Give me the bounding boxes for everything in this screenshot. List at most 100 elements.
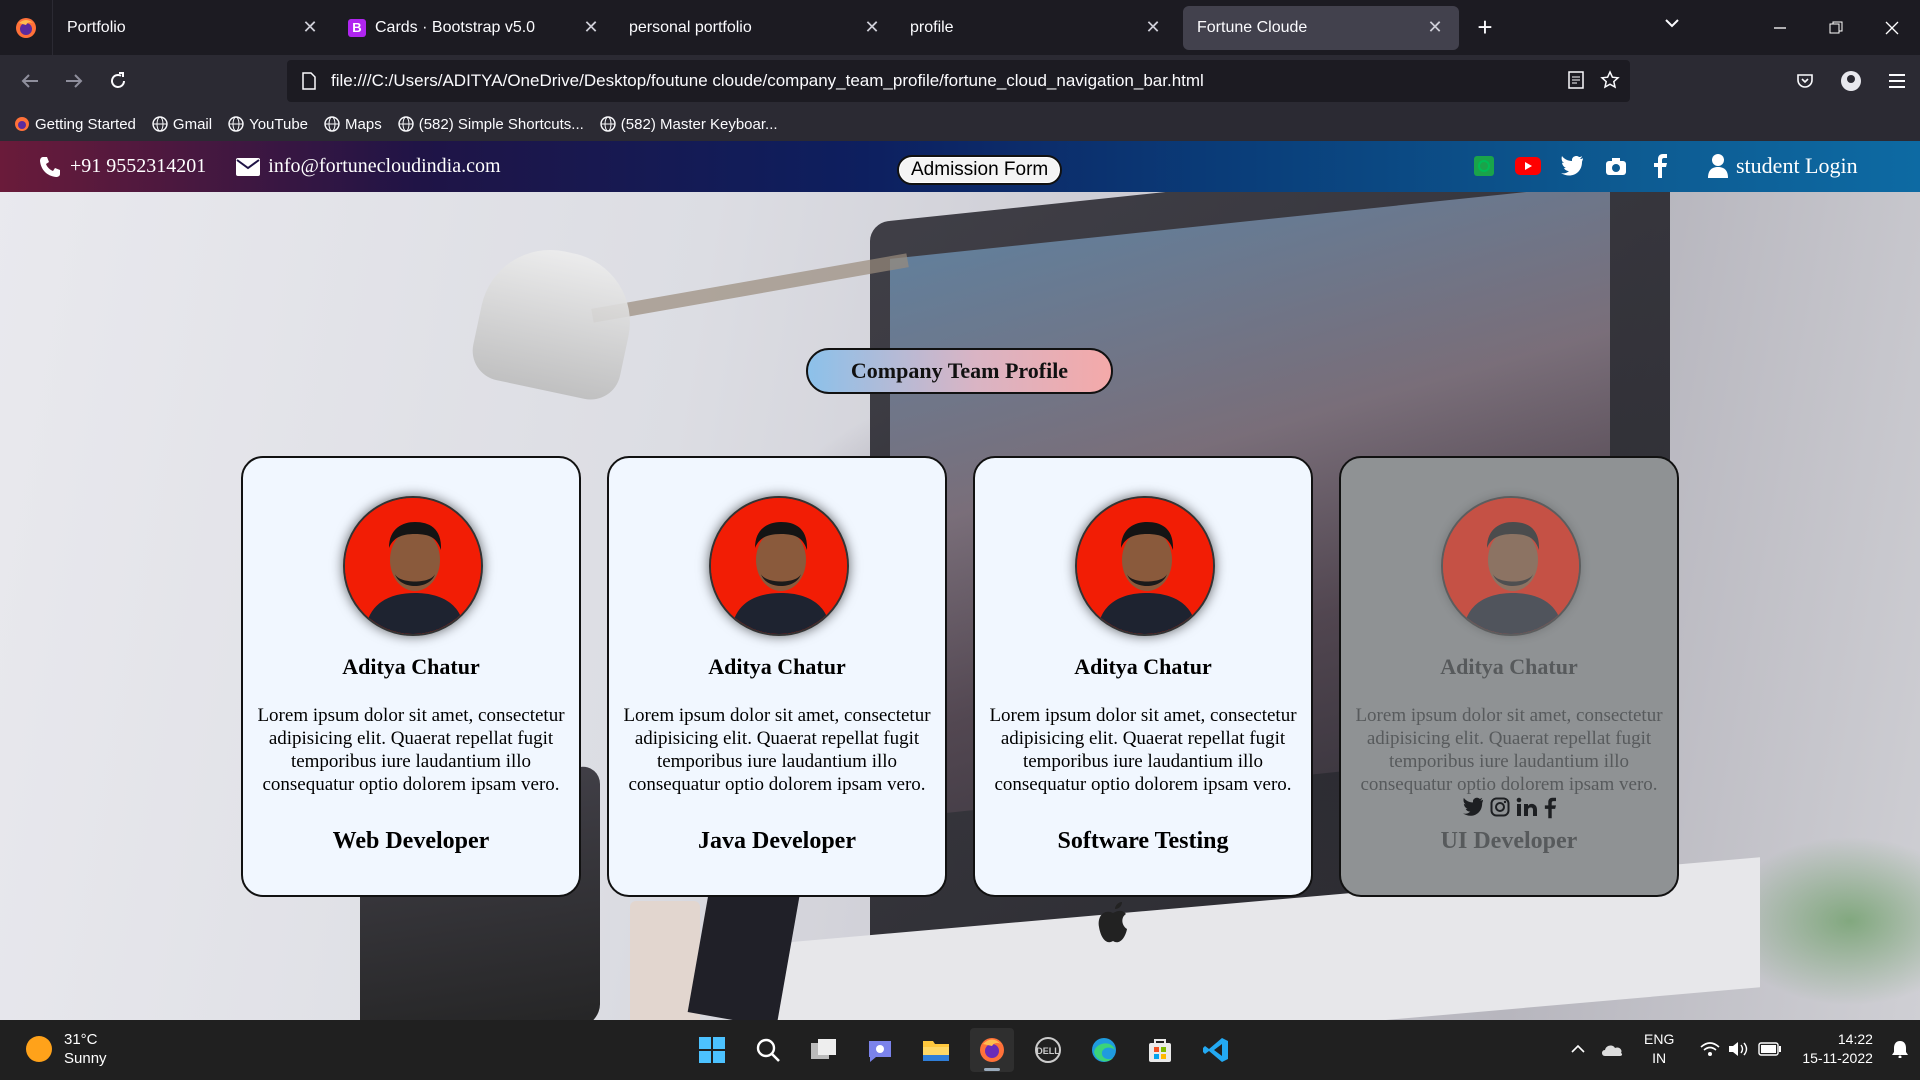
social-links	[1462, 154, 1682, 178]
phone-contact[interactable]: +91 9552314201	[38, 155, 206, 179]
close-window-icon[interactable]	[1864, 0, 1920, 55]
pocket-icon[interactable]	[1782, 61, 1828, 101]
bootstrap-favicon-icon: B	[348, 18, 366, 37]
taskbar-apps: DELL	[690, 1028, 1238, 1072]
member-role: Software Testing	[1057, 828, 1229, 854]
facebook-icon[interactable]	[1544, 797, 1556, 819]
sun-icon	[26, 1036, 52, 1062]
member-name: Aditya Chatur	[1074, 654, 1212, 679]
bookmark-gmail[interactable]: Gmail	[152, 116, 212, 133]
file-explorer-icon[interactable]	[914, 1028, 958, 1072]
chevron-up-icon[interactable]	[1570, 1041, 1586, 1057]
linkedin-icon[interactable]	[1516, 797, 1538, 817]
team-card[interactable]: Aditya Chatur Lorem ipsum dolor sit amet…	[973, 456, 1313, 897]
forward-icon[interactable]	[52, 61, 96, 101]
microsoft-store-icon[interactable]	[1138, 1028, 1182, 1072]
globe-icon	[152, 116, 168, 132]
windows-start-icon[interactable]	[690, 1028, 734, 1072]
twitter-icon[interactable]	[1550, 156, 1594, 176]
member-description: Lorem ipsum dolor sit amet, consectetur …	[257, 705, 565, 795]
reader-view-icon[interactable]	[1566, 70, 1586, 90]
whatsapp-icon[interactable]	[1462, 155, 1506, 177]
teams-chat-icon[interactable]	[858, 1028, 902, 1072]
tab-close-icon[interactable]: ✕	[1143, 17, 1163, 38]
bookmark-star-icon[interactable]	[1600, 70, 1620, 90]
email-address: info@fortunecloudindia.com	[268, 155, 501, 177]
edge-icon[interactable]	[1082, 1028, 1126, 1072]
team-card[interactable]: Aditya Chatur Lorem ipsum dolor sit amet…	[607, 456, 947, 897]
page-icon	[302, 72, 316, 90]
task-view-icon[interactable]	[802, 1028, 846, 1072]
firefox-taskbar-icon[interactable]	[970, 1028, 1014, 1072]
globe-icon	[398, 116, 414, 132]
bookmark-label: Maps	[345, 115, 382, 133]
volume-icon[interactable]	[1728, 1041, 1750, 1057]
tab-portfolio[interactable]: Portfolio ✕	[53, 6, 334, 50]
tab-close-icon[interactable]: ✕	[1425, 17, 1445, 38]
battery-icon[interactable]	[1758, 1042, 1782, 1056]
reload-icon[interactable]	[96, 61, 140, 101]
onedrive-cloud-icon[interactable]	[1600, 1041, 1624, 1057]
member-name: Aditya Chatur	[342, 654, 480, 679]
new-tab-button[interactable]: +	[1463, 6, 1507, 50]
search-icon[interactable]	[746, 1028, 790, 1072]
tab-profile[interactable]: profile ✕	[896, 6, 1177, 50]
camera-icon[interactable]	[1594, 156, 1638, 176]
firefox-menu-icon[interactable]	[0, 0, 53, 55]
instagram-icon[interactable]	[1490, 797, 1510, 817]
dell-icon[interactable]: DELL	[1026, 1028, 1070, 1072]
tab-close-icon[interactable]: ✕	[300, 17, 320, 38]
firefox-icon	[15, 117, 29, 131]
tab-title: Cards · Bootstrap v5.0	[375, 18, 536, 36]
background-lamp-arm	[591, 253, 909, 323]
weather-description: Sunny	[64, 1050, 107, 1067]
tab-title: personal portfolio	[629, 18, 752, 36]
weather-temperature: 31°C	[64, 1031, 98, 1048]
site-header: +91 9552314201 info@fortunecloudindia.co…	[0, 141, 1920, 192]
team-card-hovered[interactable]: Aditya Chatur Lorem ipsum dolor sit amet…	[1339, 456, 1679, 897]
tab-close-icon[interactable]: ✕	[862, 17, 882, 38]
tab-close-icon[interactable]: ✕	[581, 17, 601, 38]
bookmark-master-keyboard[interactable]: (582) Master Keyboar...	[600, 116, 778, 133]
twitter-icon[interactable]	[1462, 797, 1484, 817]
back-icon[interactable]	[8, 61, 52, 101]
student-login-link[interactable]: student Login	[1708, 153, 1858, 179]
wifi-icon[interactable]	[1700, 1041, 1720, 1057]
page-title: Company Team Profile	[806, 348, 1113, 394]
hamburger-menu-icon[interactable]	[1874, 61, 1920, 101]
account-avatar-icon[interactable]	[1828, 61, 1874, 101]
tab-bootstrap-cards[interactable]: B Cards · Bootstrap v5.0 ✕	[334, 6, 615, 50]
member-social-links	[1341, 797, 1677, 819]
phone-icon	[40, 156, 60, 177]
restore-icon[interactable]	[1808, 0, 1864, 55]
bookmark-label: (582) Master Keyboar...	[620, 115, 778, 133]
url-text[interactable]: file:///C:/Users/ADITYA/OneDrive/Desktop…	[331, 71, 1204, 91]
team-card[interactable]: Aditya Chatur Lorem ipsum dolor sit amet…	[241, 456, 581, 897]
weather-widget[interactable]: 31°C Sunny	[26, 1030, 107, 1068]
user-icon	[1708, 154, 1728, 178]
facebook-icon[interactable]	[1638, 154, 1682, 178]
bookmarks-toolbar: Getting Started Gmail YouTube Maps (582)…	[0, 107, 1920, 141]
bookmark-youtube[interactable]: YouTube	[228, 116, 308, 133]
list-all-tabs-icon[interactable]	[1663, 14, 1681, 37]
email-contact[interactable]: info@fortunecloudindia.com	[236, 155, 501, 178]
youtube-icon[interactable]	[1506, 156, 1550, 176]
admission-form-button[interactable]: Admission Form	[897, 155, 1063, 185]
bookmark-maps[interactable]: Maps	[324, 116, 382, 133]
language-indicator[interactable]: ENG IN	[1644, 1030, 1674, 1068]
address-bar[interactable]: file:///C:/Users/ADITYA/OneDrive/Desktop…	[287, 60, 1630, 102]
browser-nav-bar: file:///C:/Users/ADITYA/OneDrive/Desktop…	[0, 55, 1920, 107]
notifications-icon[interactable]	[1891, 1040, 1909, 1058]
vscode-icon[interactable]	[1194, 1028, 1238, 1072]
tab-fortune-cloude[interactable]: Fortune Cloude ✕	[1183, 5, 1459, 50]
minimize-icon[interactable]	[1752, 0, 1808, 55]
member-description: Lorem ipsum dolor sit amet, consectetur …	[1355, 705, 1663, 795]
window-controls	[1752, 0, 1920, 55]
clock[interactable]: 14:22 15-11-2022	[1802, 1030, 1873, 1068]
bookmark-label: YouTube	[249, 115, 309, 133]
member-role: Web Developer	[332, 828, 490, 854]
page-viewport: +91 9552314201 info@fortunecloudindia.co…	[0, 141, 1920, 1020]
bookmark-getting-started[interactable]: Getting Started	[14, 116, 136, 133]
tab-personal-portfolio[interactable]: personal portfolio ✕	[615, 6, 896, 50]
bookmark-simple-shortcuts[interactable]: (582) Simple Shortcuts...	[398, 116, 584, 133]
